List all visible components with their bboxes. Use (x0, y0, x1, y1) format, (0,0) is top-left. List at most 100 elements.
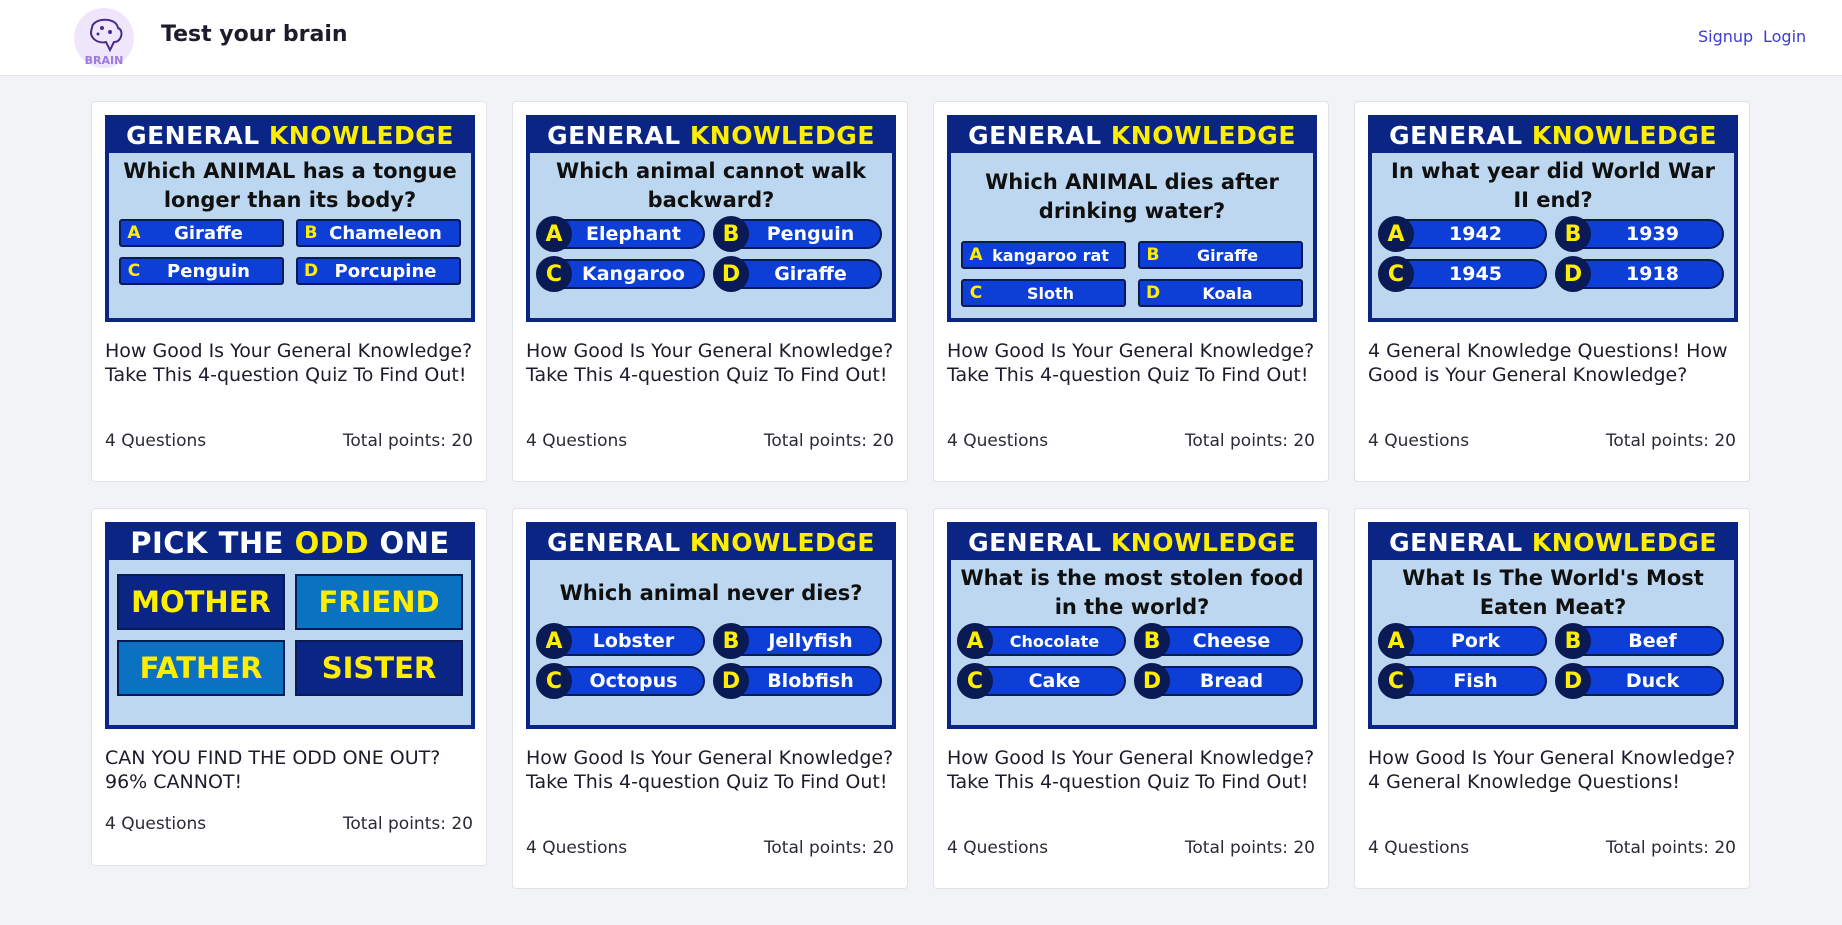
answer-b: B Penguin (713, 216, 882, 252)
answer-b: B Giraffe (1138, 241, 1303, 269)
answer-a: A 1942 (1378, 216, 1547, 252)
quiz-title[interactable]: How Good Is Your General Knowledge? Take… (526, 746, 902, 794)
answer-d: D Bread (1134, 663, 1303, 699)
thumbnail-question: Which animal cannot walk backward? (556, 159, 866, 212)
answer-b: B Cheese (1134, 623, 1303, 659)
thumbnail-header: PICK THE ODD ONE (109, 526, 471, 560)
answer-d: D Duck (1555, 663, 1724, 699)
quiz-meta: 4 Questions Total points: 20 (947, 431, 1315, 451)
answer-grid: Akangaroo rat B Giraffe C Sloth D Koala (951, 241, 1313, 307)
thumbnail-header: GENERAL KNOWLEDGE (1372, 119, 1734, 153)
thumbnail-header: GENERAL KNOWLEDGE (951, 119, 1313, 153)
quiz-thumbnail[interactable]: GENERAL KNOWLEDGE What Is The World's Mo… (1368, 522, 1738, 729)
answer-c: C Cake (957, 663, 1126, 699)
quiz-meta: 4 Questions Total points: 20 (105, 431, 473, 451)
answer-grid: A Giraffe B Chameleon C Penguin D Porcupine (109, 219, 471, 285)
answer-d: D Porcupine (296, 257, 461, 285)
total-points: Total points: 20 (763, 431, 894, 451)
quiz-thumbnail[interactable]: GENERAL KNOWLEDGE In what year did World… (1368, 115, 1738, 322)
answer-a: Akangaroo rat (961, 241, 1126, 269)
total-points: Total points: 20 (763, 838, 894, 858)
quiz-meta: 4 Questions Total points: 20 (526, 431, 894, 451)
answer-grid: A 1942 B 1939 C 1945 D 1918 (1372, 216, 1734, 292)
thumbnail-header: GENERAL KNOWLEDGE (530, 119, 892, 153)
question-count: 4 Questions (105, 814, 207, 834)
answer-grid: A Pork B Beef C Fish D Duck (1372, 623, 1734, 699)
thumbnail-header: GENERAL KNOWLEDGE (109, 119, 471, 153)
thumbnail-header: GENERAL KNOWLEDGE (951, 526, 1313, 560)
question-count: 4 Questions (947, 431, 1049, 451)
answer-d: D Giraffe (713, 256, 882, 292)
total-points: Total points: 20 (1605, 431, 1736, 451)
quiz-title[interactable]: How Good Is Your General Knowledge? Take… (105, 339, 481, 387)
answer-a: A Giraffe (119, 219, 284, 247)
quiz-title[interactable]: How Good Is Your General Knowledge? Take… (947, 339, 1323, 387)
quiz-card[interactable]: GENERAL KNOWLEDGE What Is The World's Mo… (1354, 508, 1750, 889)
answer-c: C Sloth (961, 279, 1126, 307)
thumbnail-header: GENERAL KNOWLEDGE (1372, 526, 1734, 560)
total-points: Total points: 20 (342, 431, 473, 451)
quiz-card[interactable]: GENERAL KNOWLEDGE Which ANIMAL dies afte… (933, 101, 1329, 482)
quiz-meta: 4 Questions Total points: 20 (105, 814, 473, 834)
question-count: 4 Questions (947, 838, 1049, 858)
answer-d: D 1918 (1555, 256, 1724, 292)
question-count: 4 Questions (1368, 431, 1470, 451)
odd-one-grid: MOTHER FRIEND FATHER SISTER (109, 560, 471, 696)
answer-grid: A Lobster B Jellyfish C Octopus D Blobfish (530, 623, 892, 699)
quiz-meta: 4 Questions Total points: 20 (1368, 838, 1736, 858)
answer-d: D Blobfish (713, 663, 882, 699)
total-points: Total points: 20 (1605, 838, 1736, 858)
quiz-title[interactable]: How Good Is Your General Knowledge? 4 Ge… (1368, 746, 1744, 794)
quiz-title[interactable]: 4 General Knowledge Questions! How Good … (1368, 339, 1744, 387)
question-count: 4 Questions (105, 431, 207, 451)
quiz-card[interactable]: GENERAL KNOWLEDGE Which animal cannot wa… (512, 101, 908, 482)
answer-b: B Beef (1555, 623, 1724, 659)
logo-text: BRAIN (85, 54, 124, 67)
quiz-card[interactable]: PICK THE ODD ONE MOTHER FRIEND FATHER SI… (91, 508, 487, 866)
quiz-card[interactable]: GENERAL KNOWLEDGE Which ANIMAL has a ton… (91, 101, 487, 482)
question-count: 4 Questions (1368, 838, 1470, 858)
thumbnail-question: What is the most stolen food in the worl… (960, 566, 1304, 619)
answer-a: A Pork (1378, 623, 1547, 659)
odd-option: SISTER (295, 640, 463, 696)
quiz-card[interactable]: GENERAL KNOWLEDGE What is the most stole… (933, 508, 1329, 889)
odd-option: FRIEND (295, 574, 463, 630)
answer-a: A Elephant (536, 216, 705, 252)
quiz-title[interactable]: How Good Is Your General Knowledge? Take… (947, 746, 1323, 794)
answer-c: C Fish (1378, 663, 1547, 699)
quiz-card[interactable]: GENERAL KNOWLEDGE Which animal never die… (512, 508, 908, 889)
answer-c: C Octopus (536, 663, 705, 699)
quiz-meta: 4 Questions Total points: 20 (947, 838, 1315, 858)
thumbnail-question: In what year did World War II end? (1391, 159, 1715, 212)
total-points: Total points: 20 (342, 814, 473, 834)
answer-c: C Kangaroo (536, 256, 705, 292)
quiz-thumbnail[interactable]: GENERAL KNOWLEDGE Which animal never die… (526, 522, 896, 729)
answer-grid: A Chocolate B Cheese C Cake D Bread (951, 623, 1313, 699)
answer-c: C Penguin (119, 257, 284, 285)
answer-c: C 1945 (1378, 256, 1547, 292)
brain-logo-icon[interactable]: BRAIN (72, 6, 136, 70)
thumbnail-question: Which ANIMAL has a tongue longer than it… (123, 159, 457, 212)
thumbnail-header: GENERAL KNOWLEDGE (530, 526, 892, 560)
quiz-thumbnail[interactable]: GENERAL KNOWLEDGE Which ANIMAL dies afte… (947, 115, 1317, 322)
thumbnail-question: What Is The World's Most Eaten Meat? (1402, 566, 1704, 619)
quiz-thumbnail[interactable]: GENERAL KNOWLEDGE What is the most stole… (947, 522, 1317, 729)
quiz-title[interactable]: How Good Is Your General Knowledge? Take… (526, 339, 902, 387)
quiz-thumbnail[interactable]: GENERAL KNOWLEDGE Which animal cannot wa… (526, 115, 896, 322)
answer-b: B Chameleon (296, 219, 461, 247)
total-points: Total points: 20 (1184, 838, 1315, 858)
answer-grid: A Elephant B Penguin C Kangaroo D Giraffe (530, 216, 892, 292)
answer-a: A Chocolate (957, 623, 1126, 659)
quiz-thumbnail[interactable]: PICK THE ODD ONE MOTHER FRIEND FATHER SI… (105, 522, 475, 729)
quiz-title[interactable]: CAN YOU FIND THE ODD ONE OUT? 96% CANNOT… (105, 746, 481, 794)
quiz-card[interactable]: GENERAL KNOWLEDGE In what year did World… (1354, 101, 1750, 482)
signup-link[interactable]: Signup (1698, 27, 1753, 46)
answer-a: A Lobster (536, 623, 705, 659)
question-count: 4 Questions (526, 838, 628, 858)
answer-b: B 1939 (1555, 216, 1724, 252)
login-link[interactable]: Login (1763, 27, 1806, 46)
total-points: Total points: 20 (1184, 431, 1315, 451)
answer-d: D Koala (1138, 279, 1303, 307)
quiz-thumbnail[interactable]: GENERAL KNOWLEDGE Which ANIMAL has a ton… (105, 115, 475, 322)
app-title[interactable]: Test your brain (161, 22, 348, 47)
